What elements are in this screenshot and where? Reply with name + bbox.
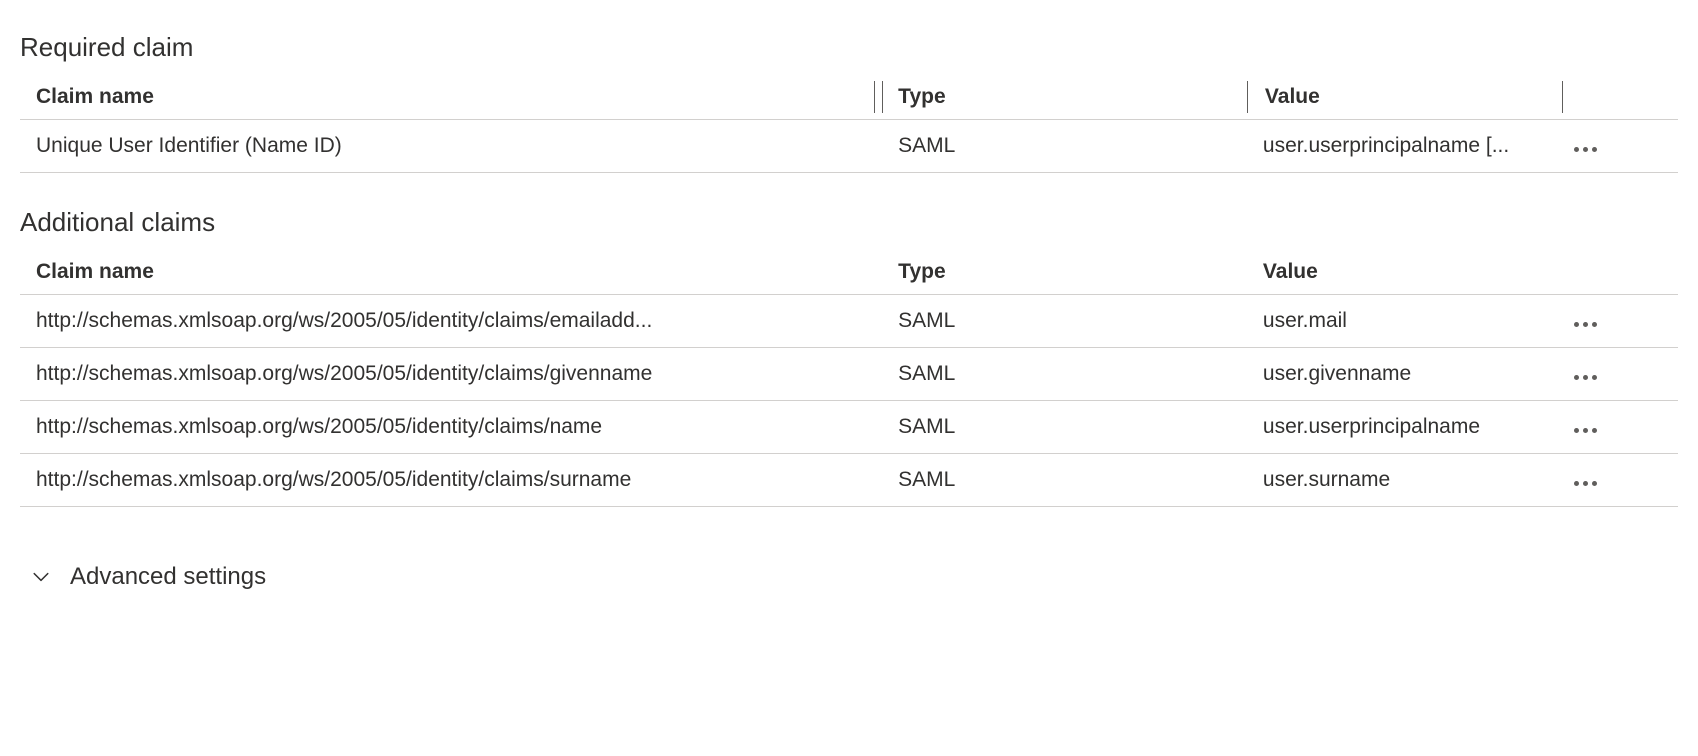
claim-value-cell: user.userprincipalname: [1247, 401, 1562, 454]
header-type: Type: [882, 75, 1247, 120]
more-actions-button[interactable]: [1568, 477, 1603, 490]
ellipsis-icon: [1583, 428, 1588, 433]
claim-type-cell: SAML: [882, 120, 1247, 173]
advanced-settings-toggle[interactable]: Advanced settings: [20, 557, 1678, 597]
ellipsis-icon: [1574, 481, 1579, 486]
claim-type-cell: SAML: [882, 454, 1247, 507]
table-row[interactable]: http://schemas.xmlsoap.org/ws/2005/05/id…: [20, 295, 1678, 348]
claim-value-cell: user.mail: [1247, 295, 1562, 348]
header-claim-name: Claim name: [20, 250, 882, 295]
advanced-settings-label: Advanced settings: [70, 563, 266, 591]
more-actions-button[interactable]: [1568, 424, 1603, 437]
header-actions: [1562, 75, 1678, 120]
claim-type-cell: SAML: [882, 348, 1247, 401]
header-value: Value: [1247, 250, 1562, 295]
ellipsis-icon: [1574, 428, 1579, 433]
ellipsis-icon: [1592, 147, 1597, 152]
claim-name-cell: http://schemas.xmlsoap.org/ws/2005/05/id…: [20, 348, 882, 401]
header-actions: [1562, 250, 1678, 295]
ellipsis-icon: [1583, 481, 1588, 486]
ellipsis-icon: [1592, 322, 1597, 327]
claim-name-cell: http://schemas.xmlsoap.org/ws/2005/05/id…: [20, 454, 882, 507]
claim-type-cell: SAML: [882, 295, 1247, 348]
ellipsis-icon: [1574, 147, 1579, 152]
ellipsis-icon: [1592, 375, 1597, 380]
more-actions-button[interactable]: [1568, 143, 1603, 156]
table-header-row: Claim name Type Value: [20, 75, 1678, 120]
ellipsis-icon: [1574, 322, 1579, 327]
more-actions-button[interactable]: [1568, 318, 1603, 331]
claim-name-cell: http://schemas.xmlsoap.org/ws/2005/05/id…: [20, 401, 882, 454]
claim-name-cell: http://schemas.xmlsoap.org/ws/2005/05/id…: [20, 295, 882, 348]
claim-value-cell: user.userprincipalname [...: [1247, 120, 1562, 173]
table-header-row: Claim name Type Value: [20, 250, 1678, 295]
header-value: Value: [1247, 75, 1562, 120]
table-row[interactable]: http://schemas.xmlsoap.org/ws/2005/05/id…: [20, 454, 1678, 507]
claim-type-cell: SAML: [882, 401, 1247, 454]
claim-value-cell: user.surname: [1247, 454, 1562, 507]
header-claim-name: Claim name: [20, 75, 882, 120]
ellipsis-icon: [1583, 322, 1588, 327]
ellipsis-icon: [1583, 375, 1588, 380]
header-type: Type: [882, 250, 1247, 295]
required-claim-table: Claim name Type Value Unique User Identi…: [20, 75, 1678, 173]
additional-claims-table: Claim name Type Value http://schemas.xml…: [20, 250, 1678, 507]
more-actions-button[interactable]: [1568, 371, 1603, 384]
ellipsis-icon: [1592, 428, 1597, 433]
table-row[interactable]: http://schemas.xmlsoap.org/ws/2005/05/id…: [20, 401, 1678, 454]
table-row[interactable]: http://schemas.xmlsoap.org/ws/2005/05/id…: [20, 348, 1678, 401]
ellipsis-icon: [1583, 147, 1588, 152]
ellipsis-icon: [1574, 375, 1579, 380]
additional-claims-title: Additional claims: [20, 207, 1678, 238]
claim-name-cell: Unique User Identifier (Name ID): [20, 120, 882, 173]
table-row[interactable]: Unique User Identifier (Name ID) SAML us…: [20, 120, 1678, 173]
chevron-down-icon: [32, 568, 50, 586]
claim-value-cell: user.givenname: [1247, 348, 1562, 401]
ellipsis-icon: [1592, 481, 1597, 486]
required-claim-title: Required claim: [20, 32, 1678, 63]
